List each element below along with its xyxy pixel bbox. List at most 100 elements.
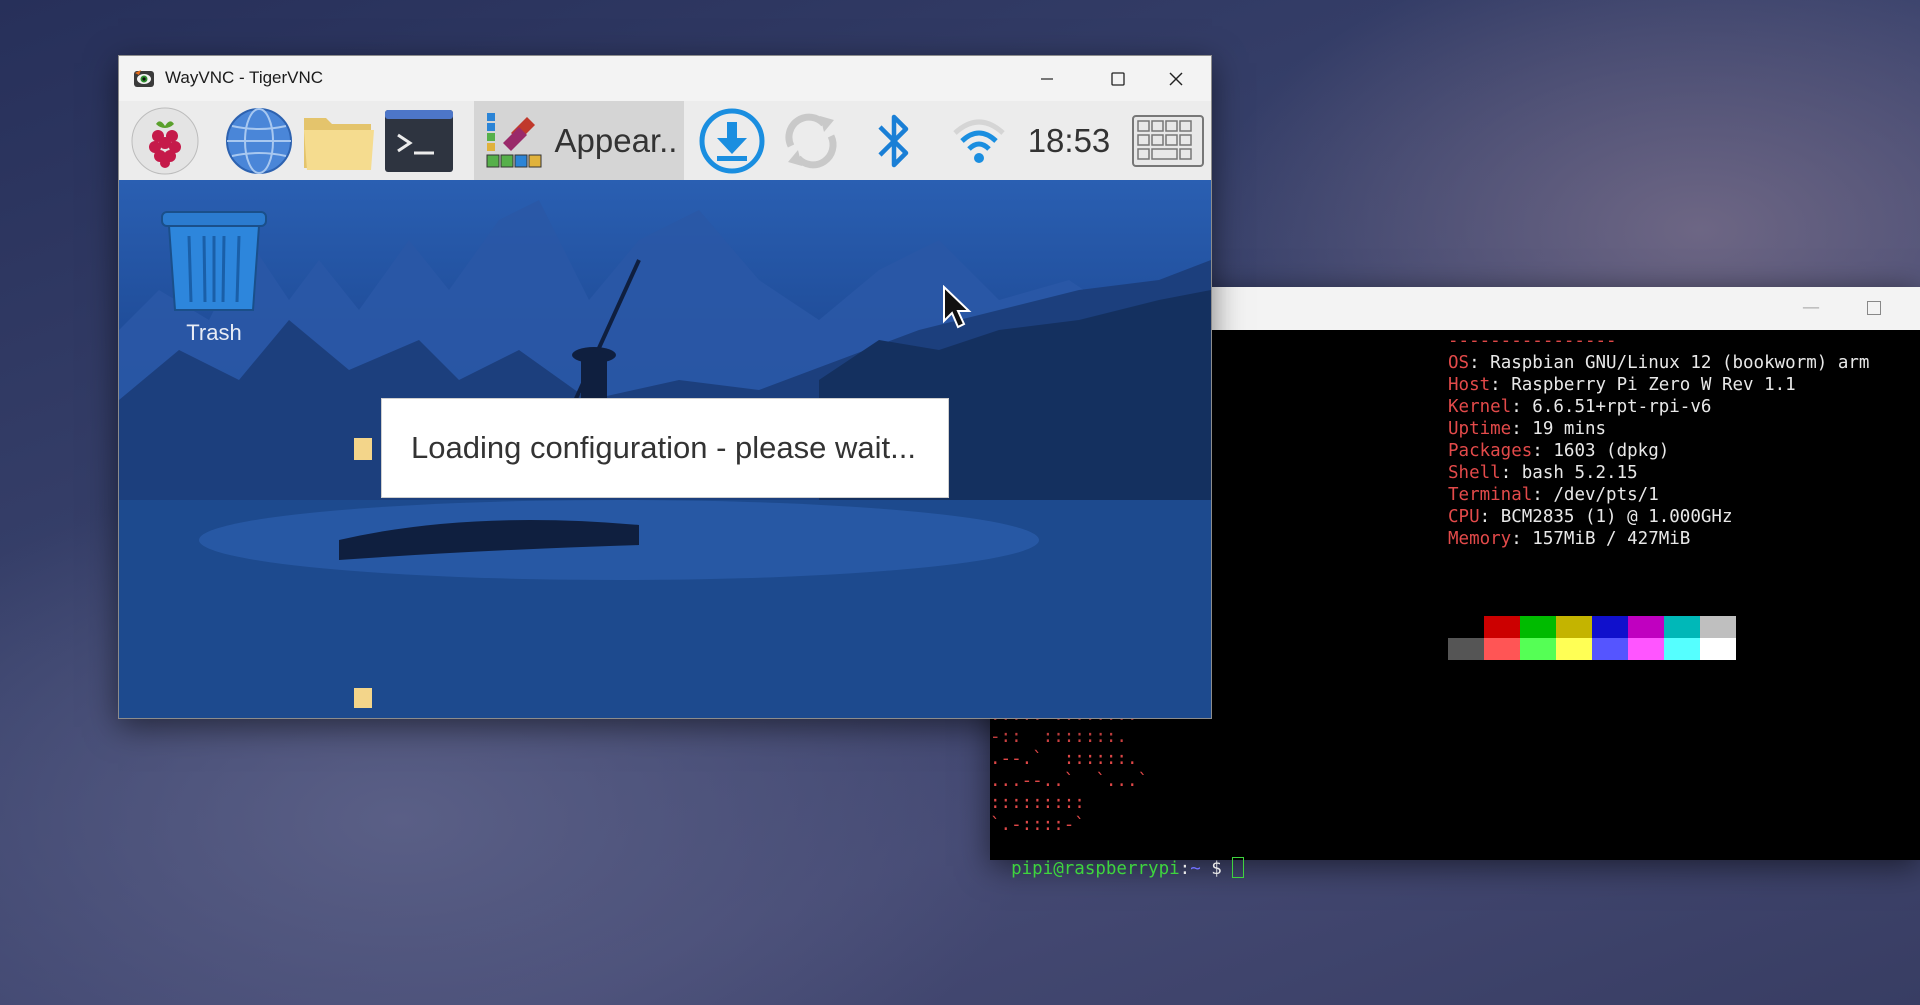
minimize-button[interactable] <box>1012 56 1082 101</box>
raspberry-menu-icon <box>131 107 199 174</box>
info-value: Raspberry Pi Zero W Rev 1.1 <box>1511 375 1796 395</box>
info-key: Host <box>1448 375 1491 395</box>
loading-message: Loading configuration - please wait... <box>411 430 916 465</box>
logo-art-line: -:: :::::::. <box>990 727 1127 747</box>
minimize-icon <box>1041 77 1053 80</box>
palette-swatch <box>1556 616 1592 638</box>
palette-swatch <box>1448 638 1484 660</box>
info-value: 19 mins <box>1532 419 1607 439</box>
text-cursor <box>1232 857 1245 878</box>
maximize-button[interactable] <box>1867 301 1881 315</box>
prompt-symbol: $ <box>1200 859 1233 879</box>
remote-desktop[interactable]: Trash Loading configuration - please wai… <box>119 180 1211 718</box>
close-icon <box>1169 72 1183 85</box>
taskbar-appearance-settings[interactable]: Appear.. <box>474 101 684 180</box>
raspberry-menu-button[interactable] <box>129 101 201 180</box>
bluetooth-icon <box>878 114 909 167</box>
info-key: Terminal <box>1448 485 1533 505</box>
palette-swatch <box>1448 616 1484 638</box>
terminal-icon <box>385 109 453 172</box>
mouse-pointer-icon <box>943 285 972 329</box>
system-info-line: Packages: 1603 (dpkg) <box>1448 441 1670 461</box>
palette-swatch <box>1520 616 1556 638</box>
desktop-panel: Appear.. 18:53 <box>119 101 1211 180</box>
updater-button[interactable] <box>694 101 770 180</box>
wifi-button[interactable] <box>939 101 1019 180</box>
prompt-user: pipi@raspberrypi <box>1011 859 1180 879</box>
sync-button[interactable] <box>771 101 851 180</box>
palette-swatch <box>1592 638 1628 660</box>
wifi-icon <box>953 119 1005 163</box>
shell-prompt[interactable]: pipi@raspberrypi:~ $ <box>990 835 1245 880</box>
color-palette <box>1448 616 1736 660</box>
system-info-line: CPU: BCM2835 (1) @ 1.000GHz <box>1448 507 1733 527</box>
system-info-line: Terminal: /dev/pts/1 <box>1448 485 1659 505</box>
info-key: CPU <box>1448 507 1480 527</box>
vnc-titlebar[interactable]: WayVNC - TigerVNC <box>119 56 1211 101</box>
info-value: Raspbian GNU/Linux 12 (bookworm) arm <box>1490 353 1870 373</box>
palette-swatch <box>1592 616 1628 638</box>
system-info-line: Kernel: 6.6.51+rpt-rpi-v6 <box>1448 397 1712 417</box>
palette-swatch <box>1628 616 1664 638</box>
logo-art-line: ::::::::: <box>990 793 1085 813</box>
info-value: 157MiB / 427MiB <box>1532 529 1691 549</box>
info-key: Shell <box>1448 463 1501 483</box>
trash-icon <box>161 211 267 311</box>
terminal-button[interactable] <box>381 101 457 180</box>
info-key: Packages <box>1448 441 1533 461</box>
logo-art-line: ...--..` `...` <box>990 771 1149 791</box>
info-value: 1603 (dpkg) <box>1553 441 1670 461</box>
bluetooth-button[interactable] <box>859 101 929 180</box>
info-key: Uptime <box>1448 419 1512 439</box>
palette-swatch <box>1664 638 1700 660</box>
info-value: bash 5.2.15 <box>1521 463 1638 483</box>
info-value: 6.6.51+rpt-rpi-v6 <box>1532 397 1712 417</box>
folder-icon <box>304 117 374 170</box>
info-value: /dev/pts/1 <box>1553 485 1659 505</box>
clock[interactable]: 18:53 <box>1024 101 1114 180</box>
minimize-button[interactable]: — <box>1800 297 1822 319</box>
logo-art-line: `.-::::-` <box>990 815 1085 835</box>
info-value: ---------------- <box>1448 331 1617 351</box>
appearance-settings-icon <box>486 112 542 167</box>
trash-desktop-icon[interactable]: Trash <box>157 210 271 346</box>
palette-swatch <box>1700 638 1736 660</box>
system-info: ---------------- OS: Raspbian GNU/Linux 1… <box>1448 330 1869 550</box>
system-info-line: Host: Raspberry Pi Zero W Rev 1.1 <box>1448 375 1796 395</box>
palette-swatch <box>1700 616 1736 638</box>
logo-art-line: .--.` ::::::. <box>990 749 1138 769</box>
maximize-icon <box>1111 71 1125 86</box>
palette-swatch <box>1628 638 1664 660</box>
info-key: Memory <box>1448 529 1512 549</box>
system-info-line: ---------------- <box>1448 330 1869 352</box>
palette-swatch <box>1484 616 1520 638</box>
palette-swatch <box>1484 638 1520 660</box>
loading-dialog: Loading configuration - please wait... <box>381 398 949 498</box>
info-value: BCM2835 (1) @ 1.000GHz <box>1500 507 1733 527</box>
system-info-line: OS: Raspbian GNU/Linux 12 (bookworm) arm <box>1448 353 1870 373</box>
file-manager-button[interactable] <box>299 101 379 180</box>
palette-swatch <box>1664 616 1700 638</box>
info-key: Kernel <box>1448 397 1512 417</box>
tigervnc-icon <box>134 70 154 87</box>
window-title: WayVNC - TigerVNC <box>165 68 324 87</box>
web-browser-button[interactable] <box>221 101 297 180</box>
keyboard-icon <box>1132 114 1204 167</box>
prompt-path: ~ <box>1190 859 1201 879</box>
download-updates-icon <box>699 108 765 173</box>
system-info-line: Memory: 157MiB / 427MiB <box>1448 529 1691 549</box>
close-button[interactable] <box>1141 56 1211 101</box>
vnc-viewer-window[interactable]: WayVNC - TigerVNC Appear.. 18:53 Trash L… <box>118 55 1212 719</box>
palette-swatch <box>1556 638 1592 660</box>
web-browser-icon <box>226 107 292 174</box>
virtual-keyboard-button[interactable] <box>1129 101 1207 180</box>
system-info-line: Shell: bash 5.2.15 <box>1448 463 1638 483</box>
clock-time: 18:53 <box>1027 121 1111 159</box>
palette-swatch <box>1520 638 1556 660</box>
info-key: OS <box>1448 353 1470 373</box>
system-info-line: Uptime: 19 mins <box>1448 419 1607 439</box>
taskbar-label: Appear.. <box>554 121 678 159</box>
prompt-separator: : <box>1179 859 1191 879</box>
trash-label: Trash <box>186 320 242 345</box>
sync-icon <box>785 113 837 168</box>
